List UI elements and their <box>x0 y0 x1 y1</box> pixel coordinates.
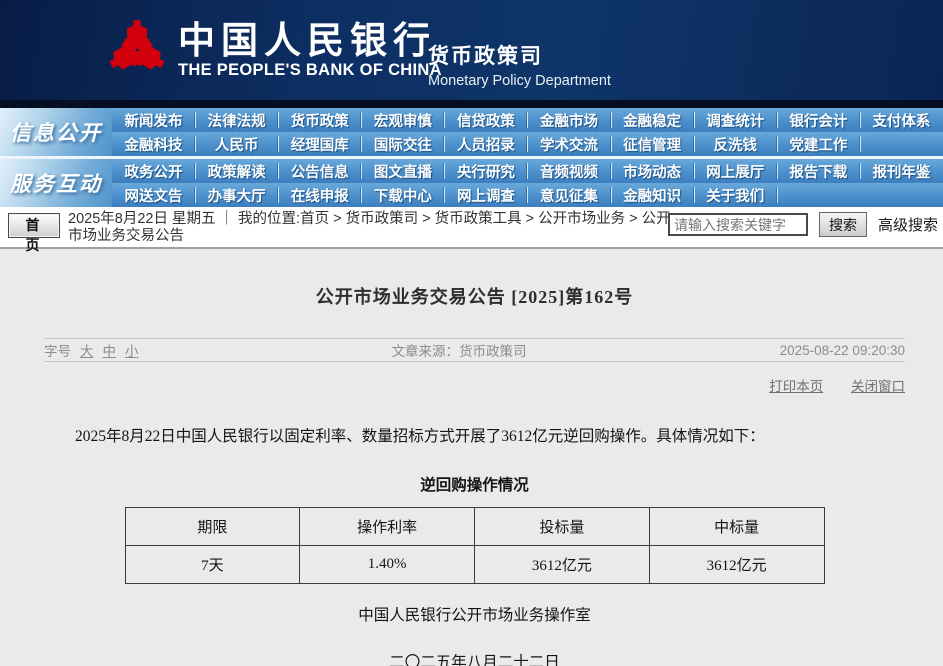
nav-item[interactable]: 调查统计 <box>693 108 777 132</box>
nav-item[interactable]: 金融市场 <box>527 108 611 132</box>
department-name-cn: 货币政策司 <box>428 45 543 68</box>
table-header-cell: 操作利率 <box>299 507 475 546</box>
nav-item[interactable]: 党建工作 <box>776 132 860 156</box>
bank-name-block: 中国人民银行 THE PEOPLE'S BANK OF CHINA <box>178 20 442 80</box>
font-size-medium-link[interactable]: 中 <box>103 344 117 359</box>
home-button[interactable]: 首 页 <box>8 213 60 253</box>
table-cell: 3612亿元 <box>648 545 825 584</box>
nav-item[interactable]: 反洗钱 <box>693 132 777 156</box>
print-page-link[interactable]: 打印本页 <box>769 379 823 394</box>
nav-item[interactable]: 人民币 <box>195 132 279 156</box>
nav-item[interactable]: 人员招录 <box>444 132 528 156</box>
table-cell: 1.40% <box>299 545 475 584</box>
nav-group-label[interactable]: 服务互动 <box>0 159 112 207</box>
nav-group-1: 信息公开 新闻发布 法律法规 货币政策 宏观审慎 信贷政策 金融市场 金融稳定 调查统计 银行会计… <box>0 108 943 156</box>
article-content: 公开市场业务交易公告 [2025]第162号 字号大中小 文章来源：货币政策司 … <box>0 283 943 666</box>
nav-item[interactable]: 学术交流 <box>527 132 611 156</box>
breadcrumb[interactable]: 2025年8月22日 星期五 ｜ 我的位置:首页 > 货币政策司 > 货币政策工… <box>68 211 682 245</box>
department-block: 货币政策司 Monetary Policy Department <box>428 40 611 89</box>
nav-cell-empty <box>859 132 943 156</box>
search-input[interactable] <box>667 213 808 236</box>
main-nav: 信息公开 新闻发布 法律法规 货币政策 宏观审慎 信贷政策 金融市场 金融稳定 调查统计 银行会计… <box>0 108 943 207</box>
table-cell: 3612亿元 <box>474 545 650 584</box>
nav-item[interactable]: 法律法规 <box>195 108 279 132</box>
article-source: 文章来源：货币政策司 <box>392 340 527 360</box>
search-button[interactable]: 搜索 <box>818 212 867 237</box>
table-header-row: 期限 操作利率 投标量 中标量 <box>124 507 825 546</box>
advanced-search-link[interactable]: 高级搜索 <box>878 214 938 235</box>
breadcrumb-bar: 首 页 2025年8月22日 星期五 ｜ 我的位置:首页 > 货币政策司 > 货… <box>0 207 943 253</box>
nav-item[interactable]: 网上调查 <box>444 183 528 207</box>
bank-name-en: THE PEOPLE'S BANK OF CHINA <box>178 61 442 79</box>
nav-item[interactable]: 办事大厅 <box>195 183 279 207</box>
table-header-cell: 投标量 <box>474 507 650 546</box>
nav-cell-empty <box>776 183 860 207</box>
nav-row: 新闻发布 法律法规 货币政策 宏观审慎 信贷政策 金融市场 金融稳定 调查统计 银行会计 支付体系 <box>112 108 943 132</box>
nav-item[interactable]: 银行会计 <box>776 108 860 132</box>
source-value: 货币政策司 <box>459 344 527 359</box>
site-header: 中国人民银行 THE PEOPLE'S BANK OF CHINA 货币政策司 … <box>0 0 943 100</box>
nav-item[interactable]: 音频视频 <box>527 159 611 183</box>
article-datetime: 2025-08-22 09:20:30 <box>779 342 905 358</box>
nav-item[interactable]: 关于我们 <box>693 183 777 207</box>
nav-cell-empty <box>859 183 943 207</box>
nav-row: 网送文告 办事大厅 在线申报 下载中心 网上调查 意见征集 金融知识 关于我们 <box>112 183 943 207</box>
nav-item[interactable]: 网上展厅 <box>693 159 777 183</box>
nav-item[interactable]: 国际交往 <box>361 132 445 156</box>
nav-item[interactable]: 支付体系 <box>859 108 943 132</box>
table-header-cell: 中标量 <box>648 507 825 546</box>
font-size-small-link[interactable]: 小 <box>125 344 139 359</box>
font-size-controls: 字号大中小 <box>44 340 139 360</box>
nav-item[interactable]: 货币政策 <box>278 108 362 132</box>
nav-item[interactable]: 图文直播 <box>361 159 445 183</box>
nav-item[interactable]: 市场动态 <box>610 159 694 183</box>
nav-group-label[interactable]: 信息公开 <box>0 108 112 156</box>
department-name-en: Monetary Policy Department <box>428 73 611 89</box>
table-cell: 7天 <box>124 545 301 584</box>
page-title: 公开市场业务交易公告 [2025]第162号 <box>315 287 634 307</box>
nav-item[interactable]: 报告下载 <box>776 159 860 183</box>
nav-item[interactable]: 政务公开 <box>112 159 196 183</box>
bank-name-cn: 中国人民银行 <box>178 18 436 62</box>
signature-date: 二〇二五年八月二十二日 <box>389 654 560 666</box>
header-divider <box>0 100 943 108</box>
nav-item[interactable]: 在线申报 <box>278 183 362 207</box>
nav-item[interactable]: 金融稳定 <box>610 108 694 132</box>
nav-item[interactable]: 经理国库 <box>278 132 362 156</box>
nav-row: 政务公开 政策解读 公告信息 图文直播 央行研究 音频视频 市场动态 网上展厅 报告下载 报刊年鉴 <box>112 159 943 183</box>
nav-item[interactable]: 意见征集 <box>527 183 611 207</box>
signature-line: 中国人民银行公开市场业务操作室 <box>358 607 591 624</box>
operation-table: 期限 操作利率 投标量 中标量 7天 1.40% 3612亿元 3612亿元 <box>124 507 825 584</box>
nav-item[interactable]: 报刊年鉴 <box>859 159 943 183</box>
nav-row: 金融科技 人民币 经理国库 国际交往 人员招录 学术交流 征信管理 反洗钱 党建工作 <box>112 132 943 156</box>
nav-group-2: 服务互动 政务公开 政策解读 公告信息 图文直播 央行研究 音频视频 市场动态 网上展厅 报告下载… <box>0 159 943 207</box>
nav-item[interactable]: 央行研究 <box>444 159 528 183</box>
nav-item[interactable]: 金融知识 <box>610 183 694 207</box>
source-label: 文章来源： <box>391 344 460 359</box>
article-actions: 打印本页 关闭窗口 <box>44 375 905 395</box>
nav-item[interactable]: 网送文告 <box>112 183 196 207</box>
nav-item[interactable]: 信贷政策 <box>444 108 528 132</box>
nav-item[interactable]: 下载中心 <box>361 183 445 207</box>
article-body: 2025年8月22日中国人民银行以固定利率、数量招标方式开展了3612亿元逆回购… <box>75 428 765 445</box>
article-meta-row: 字号大中小 文章来源：货币政策司 2025-08-22 09:20:30 <box>44 338 905 362</box>
close-window-link[interactable]: 关闭窗口 <box>851 379 905 394</box>
table-header-cell: 期限 <box>124 507 301 546</box>
nav-item[interactable]: 征信管理 <box>610 132 694 156</box>
nav-item[interactable]: 公告信息 <box>278 159 362 183</box>
search-area: 搜索 高级搜索 <box>667 212 938 237</box>
pboc-logo-icon <box>103 13 171 92</box>
nav-item[interactable]: 宏观审慎 <box>361 108 445 132</box>
pboc-page: 中国人民银行 THE PEOPLE'S BANK OF CHINA 货币政策司 … <box>0 0 943 666</box>
nav-item[interactable]: 金融科技 <box>112 132 196 156</box>
font-size-large-link[interactable]: 大 <box>80 344 94 359</box>
font-size-label: 字号 <box>44 344 71 359</box>
nav-item[interactable]: 新闻发布 <box>112 108 196 132</box>
nav-item[interactable]: 政策解读 <box>195 159 279 183</box>
operation-table-title: 逆回购操作情况 <box>420 477 529 494</box>
table-row: 7天 1.40% 3612亿元 3612亿元 <box>124 545 825 584</box>
